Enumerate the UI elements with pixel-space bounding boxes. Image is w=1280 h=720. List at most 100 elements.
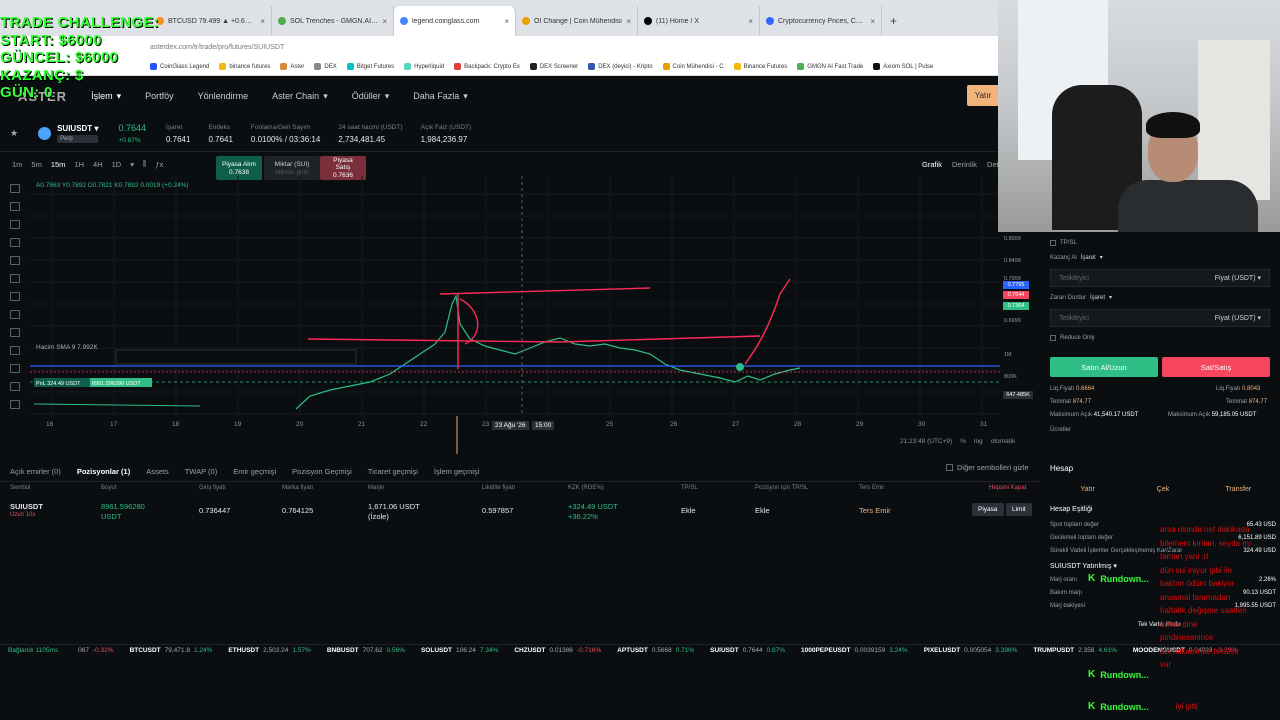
nav-item-more[interactable]: Daha Fazla ▾ [413, 91, 468, 102]
footer-ticker[interactable]: BNBUSDT 707.62 0.56% [327, 647, 405, 654]
last-price: 0.7644 +0.87% [118, 123, 146, 144]
checkbox[interactable] [1050, 240, 1056, 246]
positions-tab[interactable]: Pozisyon Geçmişi [292, 467, 352, 476]
line-tool-icon[interactable] [10, 202, 20, 211]
browser-tab[interactable]: BTCUSD 79.499 ▲ +0.6% Unnu × [150, 6, 272, 36]
footer-ticker[interactable]: 067 -0.32% [74, 647, 113, 654]
footer-ticker[interactable]: SOLUSDT 106.24 7.34% [421, 647, 498, 654]
browser-tab[interactable]: (11) Home / X × [638, 6, 760, 36]
footer-ticker[interactable]: ETHUSDT 2,503.24 1.57% [228, 647, 310, 654]
bookmark-item[interactable]: Hyperliquid [404, 63, 444, 70]
nav-item-rewards[interactable]: Ödüller ▾ [352, 91, 390, 102]
x-tick-label: 21 [358, 421, 366, 428]
nav-item-referral[interactable]: Yönlendirme [198, 91, 249, 101]
close-icon[interactable]: × [382, 17, 387, 26]
bookmark-item[interactable]: Backpack: Crypto Ex [454, 63, 520, 70]
fees-link[interactable]: Ücretler [1050, 427, 1071, 433]
account-deposit-button[interactable]: Yatır [1050, 482, 1125, 498]
sell-short-button[interactable]: Sat/Satış [1162, 357, 1270, 377]
reduce-only-checkbox[interactable] [1050, 335, 1056, 341]
bookmark-item[interactable]: DEX (deyici) - Kripto [588, 63, 653, 70]
star-icon[interactable]: ★ [10, 128, 18, 139]
channel-tool-icon[interactable] [10, 220, 20, 229]
positions-tab[interactable]: TWAP (0) [185, 467, 218, 476]
crosshair-tool-icon[interactable] [10, 184, 20, 193]
bookmark-item[interactable]: DEX Screener [529, 63, 578, 70]
chat-message: anasmal tanımadan [1160, 592, 1231, 602]
log-toggle[interactable]: log [974, 438, 983, 445]
magnet-tool-icon[interactable] [10, 364, 20, 373]
footer-ticker[interactable]: 1000PEPEUSDT 0.0039159 3.24% [801, 647, 908, 654]
zoom-tool-icon[interactable] [10, 346, 20, 355]
measure-tool-icon[interactable] [10, 328, 20, 337]
bookmark-item[interactable]: DEX [314, 63, 337, 70]
close-limit-button[interactable]: Limit [1006, 503, 1032, 516]
buy-long-button[interactable]: Satın Al/Uzun [1050, 357, 1158, 377]
trash-tool-icon[interactable] [10, 400, 20, 409]
close-icon[interactable]: × [748, 17, 753, 26]
hide-other-checkbox[interactable] [946, 464, 953, 471]
sl-mode-select[interactable]: İşaret [1090, 295, 1105, 301]
lock-tool-icon[interactable] [10, 382, 20, 391]
bookmark-item[interactable]: GMGN AI Fast Trade [797, 63, 863, 70]
positions-tab[interactable]: Açık emirler (0) [10, 467, 61, 476]
tp-trigger-input[interactable]: Tetikleyici Fiyat (USDT) ▾ [1050, 269, 1270, 287]
brush-tool-icon[interactable] [10, 238, 20, 247]
chart-panel[interactable]: 1m 5m 15m 1H 4H 1D ▾ ⫼ ƒx Piyasa Alım 0.7638 … [0, 154, 1040, 454]
ticker-stat-label: Açık Faiz (USDT) [420, 123, 472, 131]
smile-tool-icon[interactable] [10, 310, 20, 319]
footer-ticker[interactable]: PIXELUSDT 0.005054 3.396% [924, 647, 1018, 654]
drawing-toolbar [6, 184, 24, 409]
bookmark-item[interactable]: binance futures [219, 63, 270, 70]
pos-tpsl-position-add[interactable]: Ekle [755, 506, 770, 515]
close-icon[interactable]: × [626, 17, 631, 26]
equity-title: Hesap Eşitliği [1050, 506, 1093, 513]
bookmark-item[interactable]: Aster [280, 63, 304, 70]
sl-unit-select[interactable]: Fiyat (USDT) ▾ [1215, 314, 1261, 322]
footer-ticker[interactable]: SUIUSDT 0.7644 0.87% [710, 647, 785, 654]
deposit-button[interactable]: Yatır [967, 85, 999, 106]
footer-ticker[interactable]: BTCUSDT 79,471.8 1.24% [130, 647, 213, 654]
bookmark-item[interactable]: Binance Futures [733, 63, 787, 70]
browser-tab[interactable]: Cryptocurrency Prices, Charts A × [760, 6, 882, 36]
pattern-tool-icon[interactable] [10, 274, 20, 283]
pos-symbol[interactable]: SUIUSDT [10, 502, 43, 511]
new-tab-button[interactable]: + [882, 6, 905, 36]
auto-toggle[interactable]: otomatik [991, 438, 1016, 445]
close-market-button[interactable]: Piyasa [972, 503, 1004, 516]
nav-item-aster-chain[interactable]: Aster Chain ▾ [272, 91, 328, 102]
close-icon[interactable]: × [870, 17, 875, 26]
percent-toggle[interactable]: % [960, 438, 966, 445]
positions-tab[interactable]: Ticaret geçmişi [368, 467, 418, 476]
sl-trigger-input[interactable]: Tetikleyici Fiyat (USDT) ▾ [1050, 309, 1270, 327]
browser-tab[interactable]: SOL Trenches - GMGN.AI | The × [272, 6, 394, 36]
overlay-line: GÜNCEL: $6000 [0, 49, 119, 66]
symbol-selector[interactable]: SUIUSDT ▾ Perp [38, 124, 99, 143]
close-icon[interactable]: × [504, 17, 509, 26]
footer-ticker[interactable]: APTUSDT 0.5668 0.71% [617, 647, 694, 654]
pos-tpsl-add[interactable]: Ekle [681, 506, 696, 515]
bookmark-item[interactable]: Bitget Futures [346, 63, 394, 70]
tp-unit-select[interactable]: Fiyat (USDT) ▾ [1215, 274, 1261, 282]
text-tool-icon[interactable] [10, 256, 20, 265]
close-icon[interactable]: × [260, 17, 265, 26]
tp-mode-select[interactable]: İşaret [1081, 255, 1096, 261]
account-transfer-button[interactable]: Transfer [1201, 482, 1276, 498]
price-chart[interactable]: PnL 324.49 USDT8961.596280 USDT−+‹›⟳ [0, 154, 1040, 454]
bookmark-item[interactable]: Axiom SOL | Pulse [873, 63, 933, 70]
reverse-order-button[interactable]: Ters Emir [859, 506, 891, 515]
footer-ticker[interactable]: TRUMPUSDT 2.358 4.61% [1033, 647, 1117, 654]
ruler-tool-icon[interactable] [10, 292, 20, 301]
account-withdraw-button[interactable]: Çek [1125, 482, 1200, 498]
column-header[interactable]: Hepsini Kapat [989, 485, 1026, 491]
footer-ticker[interactable]: CHZUSDT 0.01386 -0.716% [514, 647, 601, 654]
positions-tab[interactable]: Pozisyonlar (1) [77, 467, 130, 476]
hide-other-symbols[interactable]: Diğer sembolleri gizle [946, 463, 1029, 472]
browser-tab[interactable]: legend.coinglass.com × [394, 6, 516, 36]
positions-tab[interactable]: Emir geçmişi [233, 467, 276, 476]
bookmark-item[interactable]: Coin Mühendisi - C [662, 63, 724, 70]
positions-tab[interactable]: İşlem geçmişi [434, 467, 479, 476]
browser-tab[interactable]: OI Change | Coin Mühendisi × [516, 6, 638, 36]
positions-tab[interactable]: Assets [146, 467, 169, 476]
reduce-only-row[interactable]: Reduce Only [1050, 335, 1095, 341]
